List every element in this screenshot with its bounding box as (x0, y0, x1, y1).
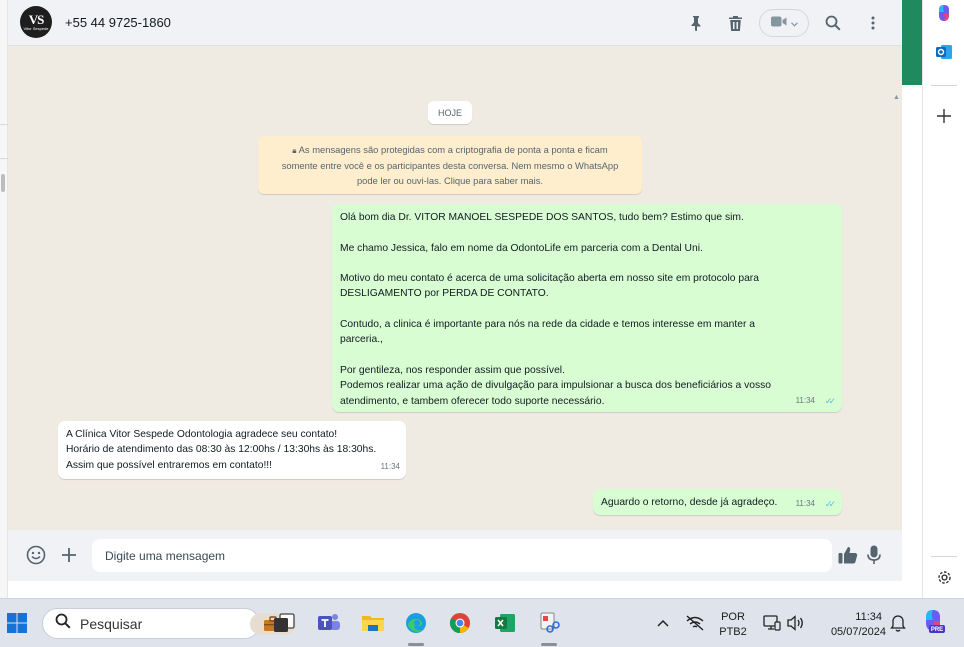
divider (931, 556, 957, 557)
clock-date: 05/07/2024 (830, 626, 886, 638)
video-call-button[interactable] (759, 9, 809, 37)
message-line: Olá bom dia Dr. VITOR MANOEL SESPEDE DOS… (340, 212, 744, 223)
date-separator: HOJE (428, 101, 473, 124)
avatar[interactable]: VS Vitor Sespede (20, 6, 52, 38)
search-icon[interactable] (822, 12, 844, 34)
add-icon[interactable] (933, 105, 955, 127)
browser-sidebar (922, 0, 964, 598)
avatar-subtext: Vitor Sespede (23, 25, 49, 31)
copilot-icon[interactable] (933, 2, 955, 24)
language-code: POR (721, 611, 745, 623)
encryption-notice[interactable]: 🔒︎ As mensagens são protegidas com a cri… (258, 136, 642, 194)
divider (0, 124, 8, 125)
notification-bell-icon[interactable] (884, 609, 912, 637)
message-line: parceria., (340, 334, 383, 346)
message-line: Assim que possível entraremos em contato… (66, 459, 273, 471)
divider (931, 85, 957, 86)
window-frame (8, 581, 902, 598)
microphone-icon[interactable] (863, 544, 885, 566)
message-time: 11:34 (795, 395, 815, 405)
whatsapp-accent-strip (902, 0, 922, 85)
emoji-icon[interactable] (25, 544, 47, 566)
chat-header[interactable]: VS Vitor Sespede +55 44 9725-1860 (8, 0, 902, 46)
file-explorer-icon[interactable] (359, 609, 387, 637)
message-line: Por gentileza, nos responder assim que p… (340, 364, 565, 376)
encryption-notice-line: pode ler ou ouvi-las. Clique para saber … (356, 175, 544, 186)
divider (0, 158, 8, 159)
message-line: atendimento, e tambem oferecer todo supo… (340, 395, 605, 407)
message-line: Contudo, a clinica é importante para nós… (340, 319, 755, 331)
plus-icon[interactable] (58, 544, 80, 566)
taskbar-search[interactable]: Pesquisar (42, 608, 296, 639)
chrome-icon[interactable] (446, 609, 474, 637)
scrollbar-thumb[interactable] (1, 174, 5, 192)
message-line: DESLIGAMENTO por PERDA DE CONTATO. (340, 288, 549, 300)
message-bubble-outgoing[interactable]: Olá bom dia Dr. VITOR MANOEL SESPEDE DOS… (332, 204, 842, 412)
message-line: A Clínica Vitor Sespede Odontologia agra… (66, 429, 338, 440)
message-bubble-outgoing[interactable]: Aguardo o retorno, desde já agradeço. 11… (593, 489, 842, 515)
teams-icon[interactable] (315, 609, 343, 637)
chevron-up-icon[interactable] (649, 609, 677, 637)
pin-icon[interactable] (685, 12, 707, 34)
active-app-indicator (541, 643, 557, 646)
scroll-up-arrow-icon[interactable]: ▲ (893, 94, 900, 101)
task-view-icon[interactable] (270, 609, 298, 637)
encryption-notice-line: As mensagens são protegidas com a cripto… (298, 144, 608, 155)
avatar-monogram: VS (28, 11, 45, 27)
more-options-icon[interactable] (862, 12, 884, 34)
encryption-notice-line: somente entre você e os participantes de… (281, 160, 619, 171)
windows-start-icon[interactable] (3, 609, 31, 637)
video-call-icon (770, 14, 787, 32)
network-offline-icon[interactable] (681, 609, 709, 637)
outlook-icon[interactable] (933, 41, 955, 63)
message-line: Motivo do meu contato é acerca de uma so… (340, 273, 759, 285)
edge-browser-icon[interactable] (402, 609, 430, 637)
message-line: Me chamo Jessica, falo em nome da Odonto… (340, 242, 703, 254)
copilot-badge-text: PRE (931, 627, 943, 633)
keyboard-layout: PTB2 (719, 626, 747, 638)
taskbar-search-label: Pesquisar (80, 615, 143, 632)
message-time: 11:34 (380, 461, 400, 471)
double-check-icon: ✓✓ (824, 498, 836, 509)
input-language-indicator[interactable]: POR PTB2 (716, 610, 750, 640)
thumbs-up-icon[interactable] (837, 544, 859, 566)
lock-icon: 🔒︎ (292, 146, 297, 155)
message-input-placeholder: Digite uma mensagem (105, 548, 226, 563)
chat-panel: VS Vitor Sespede +55 44 9725-1860 ▲ HOJE (8, 0, 902, 581)
active-app-indicator (408, 643, 424, 646)
volume-icon[interactable] (781, 609, 809, 637)
copilot-preview-icon[interactable]: PRE (919, 607, 947, 635)
snipping-tool-icon[interactable] (535, 609, 563, 637)
search-icon (55, 613, 71, 634)
message-line: Podemos realizar uma ação de divulgação … (340, 380, 771, 392)
taskbar: Pesquisar POR PTB2 11:34 05/07/2024 PRE (0, 598, 964, 647)
message-input[interactable]: Digite uma mensagem (92, 539, 832, 572)
double-check-icon: ✓✓ (824, 395, 836, 406)
trash-icon[interactable] (724, 12, 746, 34)
contact-name[interactable]: +55 44 9725-1860 (65, 15, 171, 30)
message-bubble-incoming[interactable]: A Clínica Vitor Sespede Odontologia agra… (58, 421, 406, 479)
chevron-down-icon (790, 14, 798, 32)
taskbar-clock[interactable]: 11:34 05/07/2024 (814, 610, 886, 640)
settings-icon[interactable] (933, 566, 955, 588)
background-window-edge (0, 0, 8, 598)
excel-icon[interactable] (491, 609, 519, 637)
window-frame (902, 0, 922, 598)
message-line: Horário de atendimento das 08:30 às 12:0… (66, 444, 377, 456)
message-composer: Digite uma mensagem (8, 530, 902, 581)
clock-time: 11:34 (855, 611, 882, 623)
message-list[interactable]: ▲ HOJE 🔒︎ As mensagens são protegidas co… (8, 46, 902, 530)
message-time: 11:34 (795, 498, 815, 508)
